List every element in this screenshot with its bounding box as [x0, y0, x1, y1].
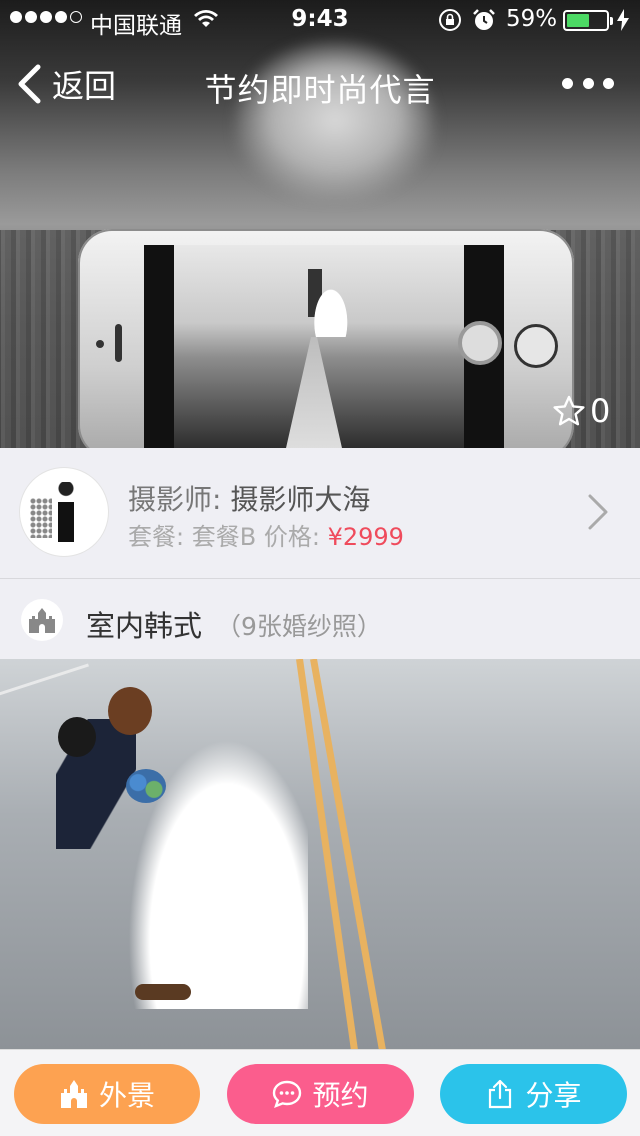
photographer-label: 摄影师:	[128, 483, 222, 516]
chat-bubble-icon	[273, 1080, 302, 1109]
status-bar: 中国联通 9:43 59%	[0, 0, 640, 40]
price-value: ¥2999	[327, 523, 404, 551]
castle-icon	[29, 608, 55, 633]
share-label: 分享	[525, 1079, 582, 1112]
wedding-photo[interactable]	[0, 659, 640, 1049]
price-label: 价格:	[263, 523, 320, 551]
album-section-header: 室内韩式 （9张婚纱照）	[0, 580, 640, 659]
battery-icon	[563, 10, 613, 31]
book-label: 预约	[312, 1079, 369, 1112]
battery-level	[567, 14, 590, 27]
photographer-card[interactable]: 摄影师: 摄影师大海 套餐: 套餐B 价格: ¥2999	[0, 448, 640, 579]
album-detail-page: 中国联通 9:43 59% 返回 节约即时尚代言 0 摄影师: 摄影师大海 套餐…	[0, 0, 640, 1136]
battery-percent: 59%	[506, 6, 558, 32]
castle-badge	[21, 599, 63, 641]
photo-count: （9张婚纱照）	[216, 612, 382, 641]
rotation-lock-icon	[439, 9, 461, 31]
outdoor-label: 外景	[98, 1079, 155, 1112]
phone-in-photo	[78, 229, 574, 448]
page-title: 节约即时尚代言	[204, 71, 436, 109]
castle-icon	[60, 1080, 87, 1108]
outdoor-button[interactable]: 外景	[14, 1064, 200, 1124]
star-icon	[553, 395, 585, 426]
bottom-action-bar: 外景 预约 分享	[0, 1049, 640, 1136]
more-dot-icon	[562, 78, 573, 89]
package-line: 套餐: 套餐B 价格: ¥2999	[128, 517, 404, 552]
bouquet	[126, 769, 166, 803]
bride	[108, 687, 152, 735]
favorite-button[interactable]: 0	[552, 392, 610, 430]
favorite-count: 0	[590, 392, 611, 430]
share-icon	[489, 1079, 512, 1109]
package-label: 套餐:	[128, 523, 185, 551]
charging-icon	[617, 9, 629, 31]
photographer-avatar[interactable]	[20, 468, 108, 556]
section-title: 室内韩式	[86, 609, 203, 643]
book-button[interactable]: 预约	[227, 1064, 414, 1124]
photographer-name: 摄影师大海	[230, 483, 371, 516]
alarm-icon	[473, 9, 495, 30]
more-menu-button[interactable]	[562, 78, 614, 90]
share-button[interactable]: 分享	[440, 1064, 627, 1124]
photographer-line: 摄影师: 摄影师大海	[128, 478, 370, 518]
chevron-right-icon	[588, 494, 608, 530]
package-name: 套餐B	[191, 523, 257, 551]
nav-bar: 返回 节约即时尚代言	[0, 40, 640, 128]
